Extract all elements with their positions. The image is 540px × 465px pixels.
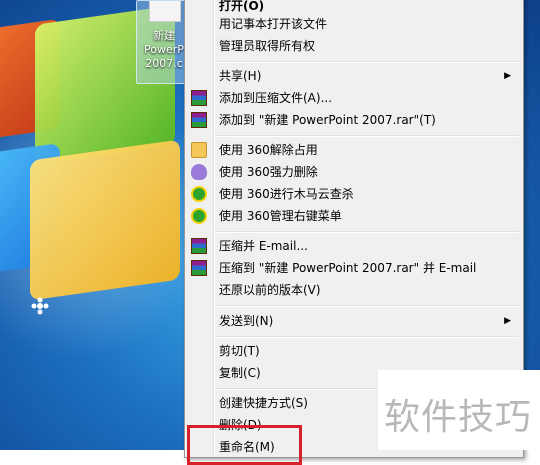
menu-separator: [215, 305, 519, 307]
menu-item-label: 使用 360强力删除: [219, 165, 318, 179]
menu-item-360-force-delete[interactable]: 使用 360强力删除: [187, 161, 521, 183]
menu-item-label: 创建快捷方式(S): [219, 396, 308, 410]
menu-item-label: 添加到 "新建 PowerPoint 2007.rar"(T): [219, 113, 436, 127]
winrar-icon: [191, 260, 207, 276]
watermark: 软件技巧: [378, 370, 540, 450]
windows-logo-yellow-pane: [30, 139, 180, 301]
submenu-arrow-icon: ▶: [504, 71, 511, 81]
menu-item-label: 共享(H): [219, 69, 262, 83]
menu-item-360-manage-menu[interactable]: 使用 360管理右键菜单: [187, 205, 521, 227]
menu-item-label: 还原以前的版本(V): [219, 283, 321, 297]
menu-separator: [215, 61, 519, 63]
menu-item-open-notepad[interactable]: 用记事本打开该文件: [187, 13, 521, 35]
menu-item-add-to-rar[interactable]: 添加到 "新建 PowerPoint 2007.rar"(T): [187, 109, 521, 131]
menu-item-label: 管理员取得所有权: [219, 39, 316, 53]
menu-item-add-to-archive[interactable]: 添加到压缩文件(A)...: [187, 87, 521, 109]
menu-item-360-unlock[interactable]: 使用 360解除占用: [187, 139, 521, 161]
menu-item-compress-rar-email[interactable]: 压缩到 "新建 PowerPoint 2007.rar" 并 E-mail: [187, 257, 521, 279]
winrar-icon: [191, 238, 207, 254]
menu-item-360-scan[interactable]: 使用 360进行木马云查杀: [187, 183, 521, 205]
desktop-file-label: 新建 PowerP 2007.c: [139, 29, 189, 71]
menu-separator: [215, 135, 519, 137]
menu-item-share[interactable]: 共享(H) ▶: [187, 65, 521, 87]
menu-separator: [215, 336, 519, 338]
menu-item-label: 压缩到 "新建 PowerPoint 2007.rar" 并 E-mail: [219, 261, 477, 275]
menu-item-label: 剪切(T): [219, 344, 260, 358]
sparkle-icon: [31, 297, 49, 315]
winrar-icon: [191, 90, 207, 106]
menu-item-label: 压缩并 E-mail...: [219, 239, 308, 253]
menu-item-cut[interactable]: 剪切(T): [187, 340, 521, 362]
menu-item-restore-versions[interactable]: 还原以前的版本(V): [187, 279, 521, 301]
file-label-line-1: 新建: [153, 29, 175, 42]
menu-item-label: 使用 360解除占用: [219, 143, 318, 157]
menu-item-label: 使用 360管理右键菜单: [219, 209, 342, 223]
pptx-file-icon: [149, 1, 181, 22]
menu-item-label: 使用 360进行木马云查杀: [219, 187, 354, 201]
menu-item-label: 删除(D): [219, 418, 262, 432]
submenu-arrow-icon: ▶: [504, 316, 511, 326]
menu-separator: [215, 231, 519, 233]
menu-item-send-to[interactable]: 发送到(N) ▶: [187, 310, 521, 332]
menu-item-label: 用记事本打开该文件: [219, 17, 328, 31]
folder-icon: [191, 142, 207, 158]
file-label-line-3: 2007.c: [145, 57, 183, 70]
menu-item-label: 发送到(N): [219, 314, 274, 328]
watermark-text: 软件技巧: [384, 397, 533, 438]
menu-item-label: 重命名(M): [219, 440, 275, 454]
menu-item-label: 复制(C): [219, 366, 261, 380]
360-icon: [191, 186, 207, 202]
winrar-icon: [191, 112, 207, 128]
360-icon: [191, 208, 207, 224]
menu-item-compress-email[interactable]: 压缩并 E-mail...: [187, 235, 521, 257]
file-label-line-2: PowerP: [144, 43, 184, 56]
menu-item-take-ownership[interactable]: 管理员取得所有权: [187, 35, 521, 57]
menu-item-label: 添加到压缩文件(A)...: [219, 91, 333, 105]
shield-icon: [191, 164, 207, 180]
